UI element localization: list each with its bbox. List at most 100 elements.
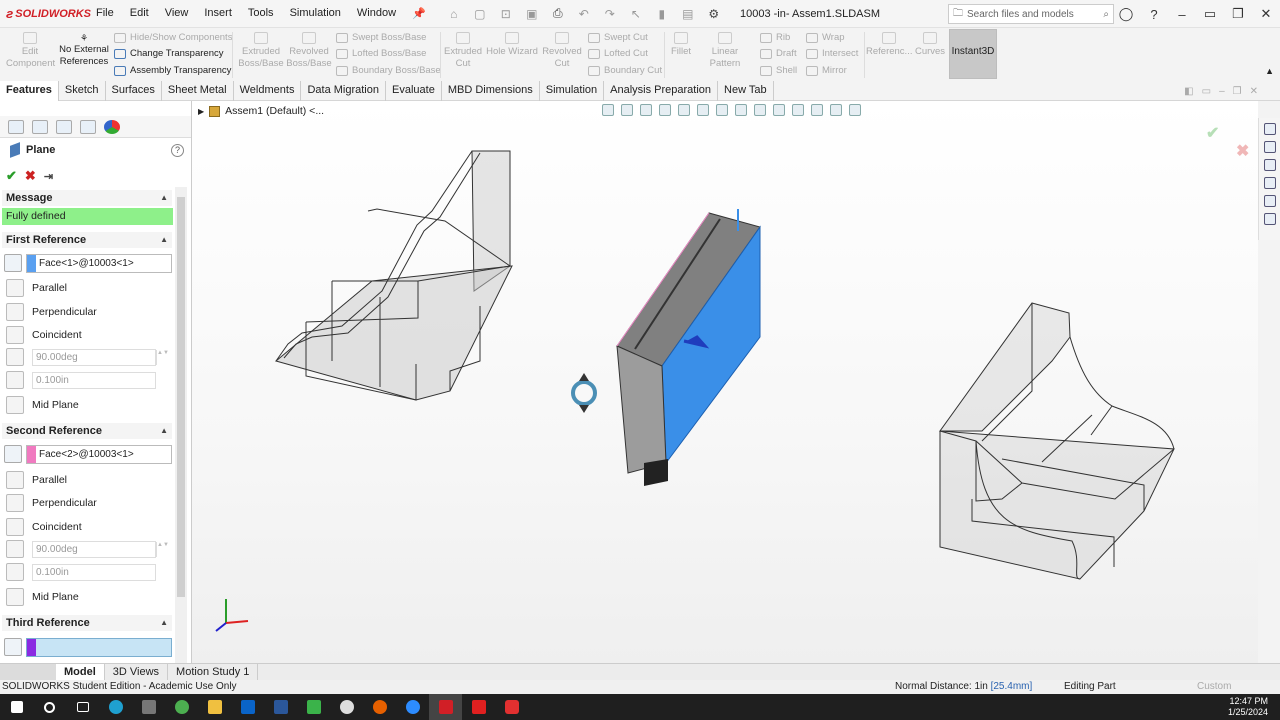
tab-sketch[interactable]: Sketch (59, 80, 106, 101)
first-parallel-option[interactable]: Parallel (6, 278, 67, 298)
acrobat-icon[interactable] (462, 694, 495, 720)
second-parallel-option[interactable]: Parallel (6, 470, 67, 490)
search-icon[interactable] (33, 694, 66, 720)
new-icon[interactable]: ▢ (472, 7, 488, 21)
panel-scrollbar[interactable] (175, 187, 187, 663)
lofted-cut-button[interactable]: Lofted Cut (588, 48, 648, 59)
intersect-button[interactable]: Intersect (806, 48, 858, 59)
file-explorer-icon[interactable] (198, 694, 231, 720)
calculator-icon[interactable] (132, 694, 165, 720)
first-coincident-option[interactable]: Coincident (6, 325, 82, 345)
property-manager-tab-icon[interactable] (32, 119, 48, 134)
tab-3d-views[interactable]: 3D Views (105, 663, 169, 681)
assembly-transparency-button[interactable]: Assembly Transparency (114, 65, 231, 76)
search-input[interactable]: Search files and models (963, 9, 1103, 20)
home-icon[interactable]: ⌂ (446, 7, 462, 21)
cancel-x-icon[interactable]: ✖ (25, 168, 36, 184)
solidworks-resources-icon[interactable] (1263, 123, 1276, 135)
menu-simulation[interactable]: Simulation (282, 7, 349, 20)
help-icon[interactable]: ? (1140, 7, 1168, 22)
collapse-ribbon-icon[interactable]: ▲ (1265, 66, 1274, 76)
word-icon[interactable] (264, 694, 297, 720)
appearances-icon[interactable] (1263, 195, 1276, 207)
custom-properties-icon[interactable] (1263, 213, 1276, 225)
viewport-minimize-icon[interactable]: – (1219, 86, 1225, 97)
tile-icon[interactable]: ◧ (1184, 86, 1193, 97)
tab-analysis-preparation[interactable]: Analysis Preparation (604, 80, 719, 101)
extruded-cut-button[interactable]: Extruded Cut (442, 32, 484, 70)
pin-icon[interactable]: 📌 (404, 7, 434, 20)
angle-spinner[interactable]: ▲▼ (156, 541, 169, 557)
configuration-manager-tab-icon[interactable] (56, 119, 72, 134)
first-reference-field[interactable]: Face<1>@10003<1> (26, 253, 172, 273)
feature-manager-tab-icon[interactable] (8, 119, 24, 134)
model-canvas[interactable] (192, 101, 1258, 663)
windows-start-icon[interactable] (0, 694, 33, 720)
first-angle-input[interactable]: 90.00deg (32, 348, 156, 366)
close-button[interactable]: ✕ (1252, 6, 1280, 22)
boundary-boss-button[interactable]: Boundary Boss/Base (336, 65, 441, 76)
search-box[interactable]: 🗀 Search files and models ⌕ (948, 4, 1114, 24)
rib-button[interactable]: Rib (760, 32, 790, 43)
linear-pattern-button[interactable]: Linear Pattern (696, 32, 754, 70)
display-manager-tab-icon[interactable] (104, 119, 120, 134)
first-distance-input[interactable]: 0.100in (32, 371, 156, 389)
extruded-boss-button[interactable]: Extruded Boss/Base (238, 32, 284, 70)
reference-geometry-button[interactable]: Referenc... (866, 32, 912, 58)
boundary-cut-button[interactable]: Boundary Cut (588, 65, 662, 76)
tab-features[interactable]: Features (0, 80, 59, 101)
solidworks-logo[interactable]: ƨ SOLIDWORKS (0, 6, 91, 21)
second-reference-header[interactable]: Second Reference ▲ (2, 423, 172, 439)
solidworks-taskbar-icon[interactable] (429, 694, 462, 720)
tab-evaluate[interactable]: Evaluate (386, 80, 442, 101)
select-icon[interactable]: ↖ (628, 7, 644, 21)
menu-file[interactable]: File (88, 7, 122, 20)
viewport-restore-icon[interactable]: ▭ (1202, 86, 1211, 97)
swept-boss-button[interactable]: Swept Boss/Base (336, 32, 426, 43)
maximize-button[interactable]: ❐ (1224, 6, 1252, 22)
options-gear-icon[interactable]: ⚙ (706, 7, 722, 21)
first-mid-plane-option[interactable]: Mid Plane (6, 395, 79, 415)
menu-edit[interactable]: Edit (122, 7, 157, 20)
shell-button[interactable]: Shell (760, 65, 797, 76)
revolved-cut-button[interactable]: Revolved Cut (540, 32, 584, 70)
swept-cut-button[interactable]: Swept Cut (588, 32, 648, 43)
lofted-boss-button[interactable]: Lofted Boss/Base (336, 48, 426, 59)
firefox-icon[interactable] (363, 694, 396, 720)
camtasia-icon[interactable] (297, 694, 330, 720)
second-distance-input[interactable]: 0.100in (32, 563, 156, 581)
third-reference-field[interactable] (26, 637, 172, 657)
ok-check-icon[interactable]: ✔ (6, 168, 17, 184)
first-reference-header[interactable]: First Reference ▲ (2, 232, 172, 248)
no-external-references-button[interactable]: ⚘ No External References (56, 32, 112, 68)
second-angle-input[interactable]: 90.00deg (32, 540, 156, 558)
file-properties-icon[interactable]: ▤ (680, 7, 696, 21)
second-perpendicular-option[interactable]: Perpendicular (6, 493, 97, 513)
view-palette-icon[interactable] (1263, 177, 1276, 189)
menu-insert[interactable]: Insert (196, 7, 240, 20)
curves-button[interactable]: Curves (912, 32, 948, 58)
file-explorer-icon[interactable] (1263, 159, 1276, 171)
collapse-chevron-icon[interactable]: ▲ (160, 190, 168, 206)
wrap-button[interactable]: Wrap (806, 32, 845, 43)
scrollbar-thumb[interactable] (177, 197, 185, 597)
third-reference-header[interactable]: Third Reference ▲ (2, 615, 172, 631)
hide-show-components-button[interactable]: Hide/Show Components (114, 32, 232, 43)
change-transparency-button[interactable]: Change Transparency (114, 48, 223, 59)
tab-surfaces[interactable]: Surfaces (106, 80, 162, 101)
revolved-boss-button[interactable]: Revolved Boss/Base (286, 32, 332, 70)
media-icon[interactable] (330, 694, 363, 720)
collapse-chevron-icon[interactable]: ▲ (160, 232, 168, 248)
collapse-chevron-icon[interactable]: ▲ (160, 615, 168, 631)
zoom-icon[interactable] (396, 694, 429, 720)
menu-tools[interactable]: Tools (240, 7, 282, 20)
first-perpendicular-option[interactable]: Perpendicular (6, 302, 97, 322)
menu-window[interactable]: Window (349, 7, 404, 20)
viewport-maximize-icon[interactable]: ❐ (1233, 86, 1242, 97)
graphics-area[interactable]: ▶ Assem1 (Default) <... ◧ ▭ – ❐ ✕ ✔ ✖ (192, 86, 1258, 663)
units-selector[interactable]: Custom (1197, 680, 1231, 694)
system-clock[interactable]: 12:47 PM 1/25/2024 (1228, 696, 1268, 718)
outlook-icon[interactable] (231, 694, 264, 720)
hole-wizard-button[interactable]: Hole Wizard (486, 32, 538, 58)
design-library-icon[interactable] (1263, 141, 1276, 153)
